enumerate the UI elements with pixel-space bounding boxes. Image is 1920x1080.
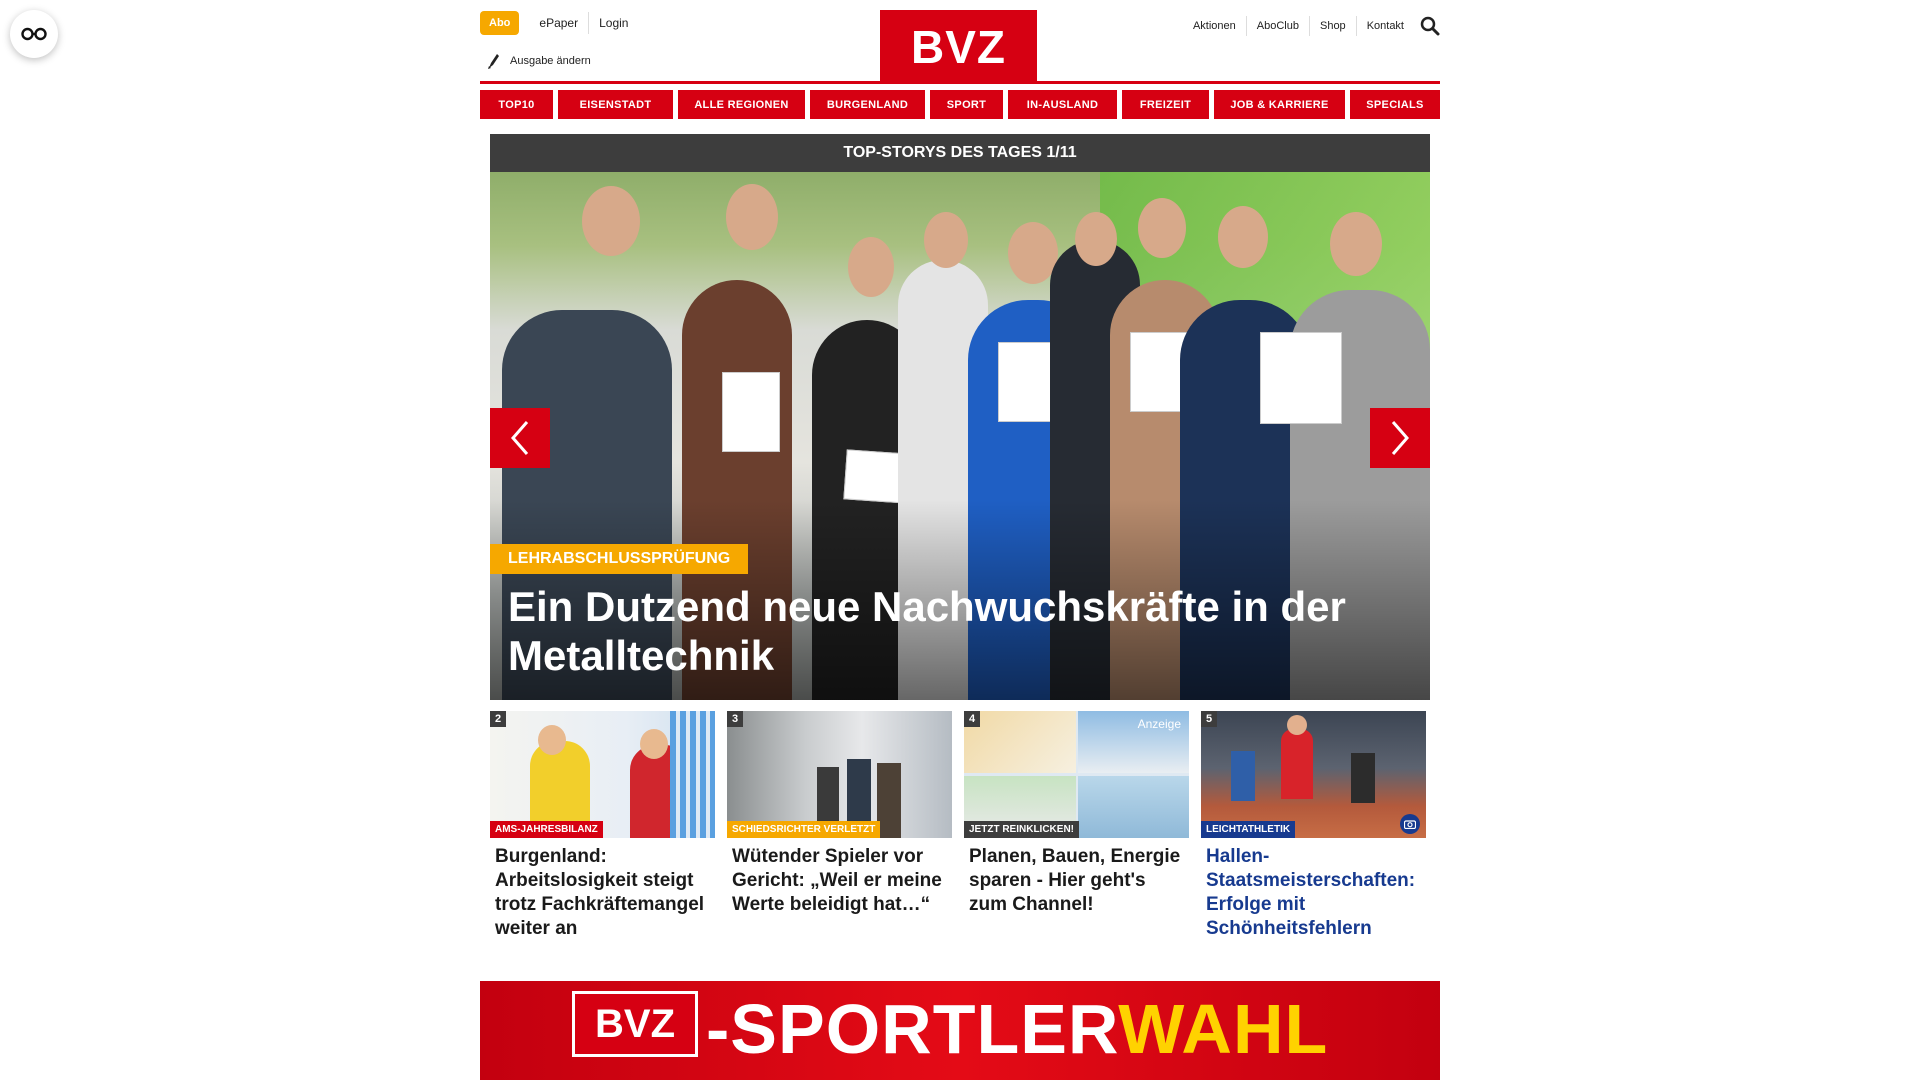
carousel-story-tag[interactable]: LEHRABSCHLUSSPRÜFUNG xyxy=(490,544,749,574)
banner-text-yellow: WAHL xyxy=(1118,990,1329,1068)
story-tag: LEICHTATHLETIK xyxy=(1201,821,1296,838)
story-title[interactable]: Hallen-Staatsmeisterschaften: Erfolge mi… xyxy=(1201,845,1426,941)
nav-item-job-karriere[interactable]: JOB & KARRIERE xyxy=(1214,90,1345,119)
banner-headline: -SPORTLERWAHL xyxy=(706,989,1328,1069)
nav-item-in-ausland[interactable]: IN-AUSLAND xyxy=(1008,90,1117,119)
search-icon xyxy=(1420,16,1440,36)
sportlerwahl-banner[interactable]: BVZ -SPORTLERWAHL xyxy=(480,981,1440,1080)
nav-item-specials[interactable]: SPECIALS xyxy=(1350,90,1440,119)
ausgabe-selector[interactable]: Ausgabe ändern xyxy=(486,52,591,70)
story-title[interactable]: Planen, Bauen, Energie sparen - Hier geh… xyxy=(964,845,1189,917)
bvz-logo[interactable]: BVZ xyxy=(880,10,1037,84)
chevron-right-icon xyxy=(1391,421,1409,455)
story-cards: 2 AMS-JAHRESBILANZ Burgenland: Arbeitslo… xyxy=(490,711,1430,941)
page-wrapper: Abo ePaper Login Ausgabe ändern BVZ Akti… xyxy=(480,0,1440,1080)
nav-item-alle-regionen[interactable]: ALLE REGIONEN xyxy=(678,90,805,119)
carousel-heading: TOP-STORYS DES TAGES 1/11 xyxy=(490,134,1430,172)
story-card[interactable]: 3 SCHIEDSRICHTER VERLETZT Wütender Spiel… xyxy=(727,711,952,941)
story-title[interactable]: Burgenland: Arbeitslosigkeit steigt trot… xyxy=(490,845,715,941)
carousel-image[interactable]: LEHRABSCHLUSSPRÜFUNG Ein Dutzend neue Na… xyxy=(490,172,1430,700)
header-left-links: Abo ePaper Login xyxy=(480,11,638,35)
story-number: 5 xyxy=(1201,711,1218,727)
abo-button[interactable]: Abo xyxy=(480,11,520,35)
banner-text-white: -SPORTLER xyxy=(706,990,1119,1068)
header-right-links: Aktionen AboClub Shop Kontakt xyxy=(1183,16,1440,36)
aboclub-link[interactable]: AboClub xyxy=(1245,16,1309,36)
story-card[interactable]: 2 AMS-JAHRESBILANZ Burgenland: Arbeitslo… xyxy=(490,711,715,941)
carousel-prev-button[interactable] xyxy=(490,408,550,468)
nav-item-eisenstadt[interactable]: EISENSTADT xyxy=(558,90,673,119)
story-tag: SCHIEDSRICHTER VERLETZT xyxy=(727,821,881,838)
carousel-story-title[interactable]: Ein Dutzend neue Nachwuchskräfte in der … xyxy=(508,582,1408,680)
story-title[interactable]: Wütender Spieler vor Gericht: „Weil er m… xyxy=(727,845,952,917)
story-card[interactable]: 5 LEICHTATHLETIK Hallen-Staatsmeistersch… xyxy=(1201,711,1426,941)
carousel-next-button[interactable] xyxy=(1370,408,1430,468)
search-button[interactable] xyxy=(1420,16,1440,36)
ad-label: Anzeige xyxy=(1137,717,1181,731)
story-card[interactable]: Anzeige 4 JETZT REINKLICKEN! Planen, Bau… xyxy=(964,711,1189,941)
chevron-left-icon xyxy=(511,421,529,455)
login-link[interactable]: Login xyxy=(588,12,638,34)
nav-item-top10[interactable]: TOP10 xyxy=(480,90,553,119)
story-tag: JETZT REINKLICKEN! xyxy=(964,821,1079,838)
reading-glasses-icon xyxy=(21,27,47,41)
main-nav: TOP10 EISENSTADT ALLE REGIONEN BURGENLAN… xyxy=(480,90,1440,119)
accessibility-button[interactable] xyxy=(10,10,58,58)
story-number: 4 xyxy=(964,711,981,727)
story-number: 3 xyxy=(727,711,744,727)
nav-item-sport[interactable]: SPORT xyxy=(930,90,1003,119)
epaper-link[interactable]: ePaper xyxy=(529,12,588,34)
banner-logo: BVZ xyxy=(572,991,698,1057)
shop-link[interactable]: Shop xyxy=(1308,16,1356,36)
site-header: Abo ePaper Login Ausgabe ändern BVZ Akti… xyxy=(480,0,1440,84)
edit-icon xyxy=(488,54,499,69)
kontakt-link[interactable]: Kontakt xyxy=(1355,16,1414,36)
nav-item-burgenland[interactable]: BURGENLAND xyxy=(810,90,925,119)
nav-item-freizeit[interactable]: FREIZEIT xyxy=(1122,90,1209,119)
camera-icon xyxy=(1400,814,1420,834)
story-tag: AMS-JAHRESBILANZ xyxy=(490,821,603,838)
top-stories-carousel: TOP-STORYS DES TAGES 1/11 LEHRABSCHLUSSP… xyxy=(490,134,1430,700)
story-number: 2 xyxy=(490,711,507,727)
aktionen-link[interactable]: Aktionen xyxy=(1183,16,1246,36)
ausgabe-label: Ausgabe ändern xyxy=(510,55,591,67)
